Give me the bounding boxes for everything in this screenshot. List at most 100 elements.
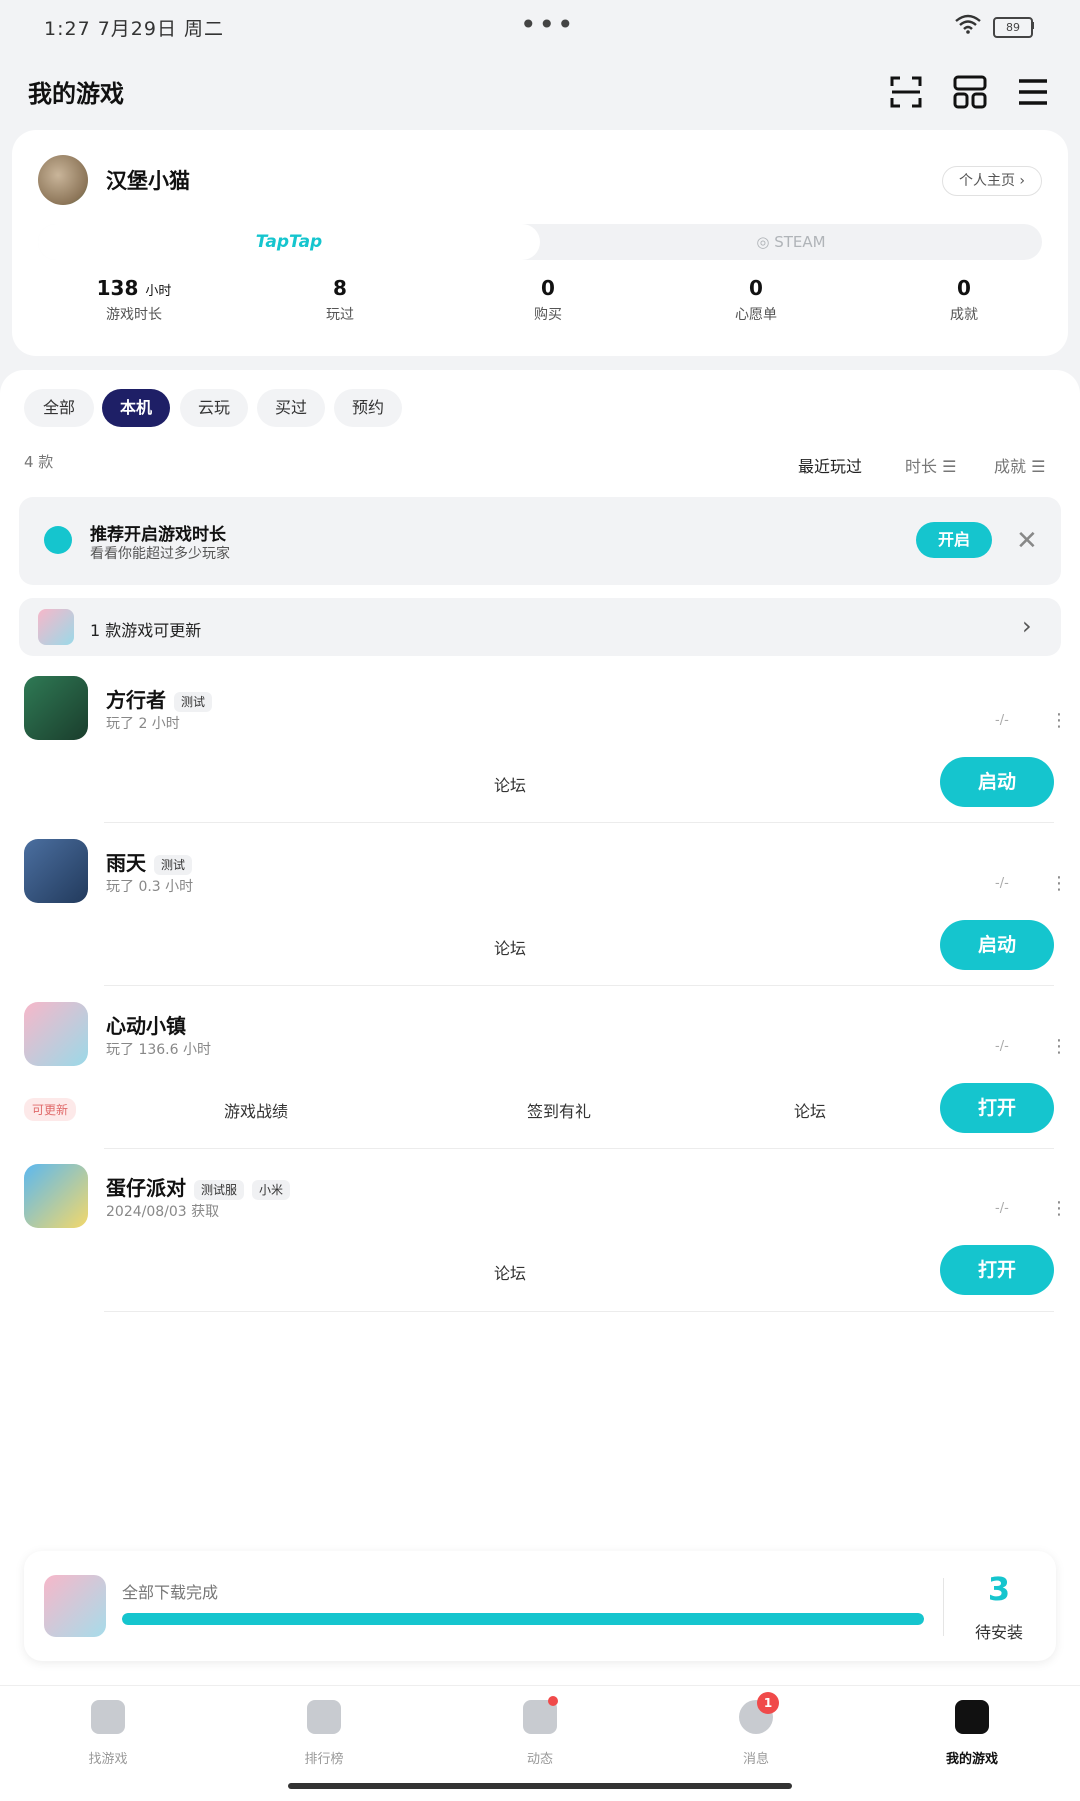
tag: 测试: [154, 855, 193, 875]
stat-value: 8: [333, 276, 347, 300]
game-name[interactable]: 方行者 测试: [106, 684, 213, 713]
game-link-forum[interactable]: 论坛: [494, 772, 526, 796]
game-meta: -/-: [995, 1201, 1009, 1216]
more-options-icon[interactable]: ⋮: [1050, 1200, 1068, 1218]
filter-chip-bought[interactable]: 买过: [257, 389, 325, 427]
stat-achievements[interactable]: 0 成就: [894, 276, 1034, 324]
download-status-card[interactable]: [24, 1551, 1056, 1661]
game-icon[interactable]: [24, 1002, 88, 1066]
grid-view-icon[interactable]: [952, 74, 988, 110]
stat-purchased[interactable]: 0 购买: [478, 276, 618, 324]
game-meta: -/-: [995, 1039, 1009, 1054]
stat-wishlist[interactable]: 0 心愿单: [686, 276, 826, 324]
game-title: 雨天: [106, 851, 146, 875]
battery-tip: [1031, 22, 1034, 29]
status-time: 1:27 7月29日 周二: [44, 18, 225, 40]
launch-button[interactable]: 启动: [940, 920, 1054, 970]
home-indicator: [288, 1783, 792, 1789]
sort-playtime[interactable]: 时长 ☰: [905, 453, 956, 477]
banner-title: 推荐开启游戏时长: [90, 525, 226, 545]
game-link-forum[interactable]: 论坛: [494, 1260, 526, 1284]
nav-label: 排行榜: [304, 1752, 344, 1767]
ranking-icon: [307, 1700, 341, 1734]
filter-chip-reserved[interactable]: 预约: [334, 389, 402, 427]
tag: 测试: [174, 692, 213, 712]
battery-indicator: 89: [993, 17, 1033, 38]
nav-messages[interactable]: 消息: [696, 1700, 816, 1767]
game-link-stats[interactable]: 游戏战绩: [224, 1098, 288, 1122]
chevron-right-icon: ›: [1022, 612, 1032, 640]
download-status-text: 全部下载完成: [122, 1583, 219, 1602]
more-options-icon[interactable]: ⋮: [1050, 875, 1068, 893]
game-name[interactable]: 心动小镇: [106, 1010, 186, 1039]
divider: [104, 1311, 1054, 1312]
wifi-icon: [955, 14, 981, 34]
stat-playtime[interactable]: 138 小时 游戏时长: [64, 276, 204, 324]
stat-unit: 小时: [145, 284, 172, 299]
launch-button[interactable]: 启动: [940, 757, 1054, 807]
stopwatch-icon: [44, 526, 72, 554]
taptap-icon: [91, 1700, 125, 1734]
game-count: 4 款: [24, 453, 54, 471]
profile-home-button[interactable]: 个人主页 ›: [942, 166, 1042, 196]
game-link-forum[interactable]: 论坛: [494, 935, 526, 959]
more-options-icon[interactable]: ⋮: [1050, 712, 1068, 730]
filter-chip-cloud[interactable]: 云玩: [180, 389, 248, 427]
status-bar: 1:27 7月29日 周二 ••• 89: [0, 0, 1080, 52]
menu-icon[interactable]: [1015, 74, 1051, 110]
game-title: 蛋仔派对: [106, 1176, 186, 1200]
scan-icon[interactable]: [888, 74, 924, 110]
game-link-checkin[interactable]: 签到有礼: [527, 1098, 591, 1122]
game-thumbnail: [44, 1575, 106, 1637]
update-badge: 可更新: [24, 1098, 77, 1121]
status-more-icon: •••: [520, 8, 576, 41]
stat-value: 138: [96, 276, 139, 300]
nav-find-games[interactable]: 找游戏: [48, 1700, 168, 1767]
stat-label: 心愿单: [735, 307, 777, 323]
game-playtime: 玩了 136.6 小时: [106, 1042, 211, 1058]
filter-chip-all[interactable]: 全部: [24, 389, 94, 427]
avatar[interactable]: [38, 155, 88, 205]
stat-label: 购买: [534, 307, 562, 323]
tab-steam[interactable]: ◎ STEAM: [540, 224, 1042, 260]
game-name[interactable]: 雨天 测试: [106, 847, 193, 876]
game-title: 方行者: [106, 688, 166, 712]
divider: [104, 985, 1054, 986]
game-acquired-date: 2024/08/03 获取: [106, 1204, 220, 1220]
nav-label: 找游戏: [88, 1752, 128, 1767]
enable-playtime-button[interactable]: 开启: [916, 522, 992, 558]
pending-install-count: 3: [987, 1570, 1011, 1608]
stat-value: 0: [957, 276, 971, 300]
sort-achievements[interactable]: 成就 ☰: [994, 453, 1045, 477]
tag: 小米: [252, 1180, 291, 1200]
close-icon[interactable]: ✕: [1016, 526, 1038, 556]
game-name[interactable]: 蛋仔派对 测试服 小米: [106, 1172, 291, 1201]
stat-played[interactable]: 8 玩过: [270, 276, 410, 324]
download-progress-fill: [122, 1613, 924, 1625]
banner-subtitle: 看看你能超过多少玩家: [90, 546, 230, 562]
username: 汉堡小猫: [106, 169, 190, 193]
stat-label: 玩过: [326, 307, 354, 323]
tab-taptap[interactable]: TapTap: [38, 224, 540, 260]
nav-my-games[interactable]: 我的游戏: [912, 1700, 1032, 1767]
message-badge: 1: [757, 1692, 779, 1714]
game-meta: -/-: [995, 713, 1009, 728]
divider: [943, 1578, 944, 1636]
nav-label: 我的游戏: [945, 1752, 998, 1767]
open-button[interactable]: 打开: [940, 1083, 1054, 1133]
game-link-forum[interactable]: 论坛: [794, 1098, 826, 1122]
game-icon[interactable]: [24, 839, 88, 903]
game-playtime: 玩了 2 小时: [106, 716, 180, 732]
open-button[interactable]: 打开: [940, 1245, 1054, 1295]
pending-install-label: 待安装: [974, 1623, 1023, 1642]
stat-label: 成就: [950, 307, 978, 323]
more-options-icon[interactable]: ⋮: [1050, 1038, 1068, 1056]
game-meta: -/-: [995, 876, 1009, 891]
filter-chip-local[interactable]: 本机: [102, 389, 170, 427]
game-icon[interactable]: [24, 676, 88, 740]
sort-recent[interactable]: 最近玩过: [798, 453, 862, 477]
game-icon[interactable]: [24, 1164, 88, 1228]
nav-feed[interactable]: 动态: [480, 1700, 600, 1767]
nav-rankings[interactable]: 排行榜: [264, 1700, 384, 1767]
download-progress-bar: [122, 1613, 924, 1625]
